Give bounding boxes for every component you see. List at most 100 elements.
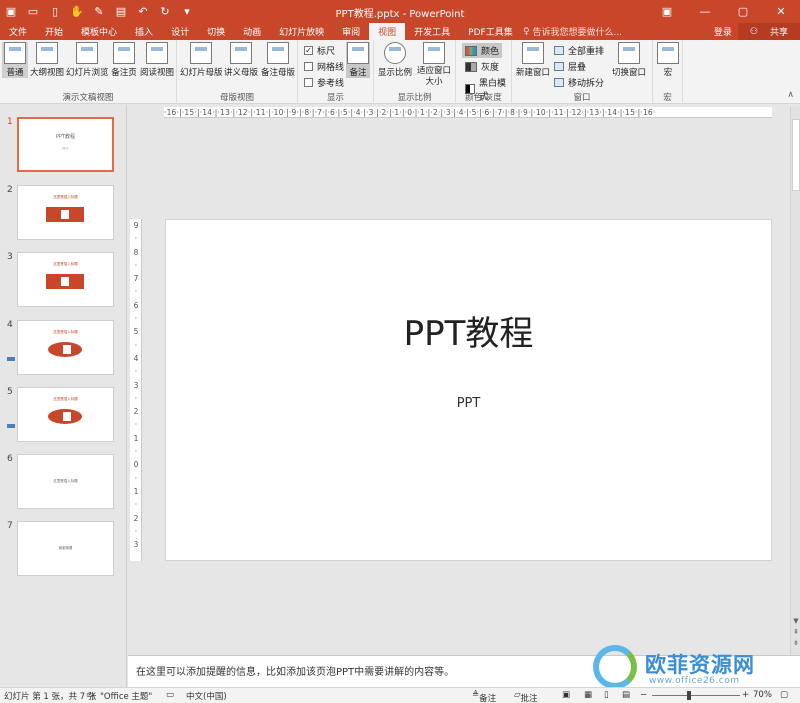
slide-master-icon: [190, 42, 212, 64]
scroll-down-icon[interactable]: ▼: [791, 616, 800, 627]
tab-home[interactable]: 开始: [36, 23, 72, 40]
slideshow-status-icon[interactable]: ▤: [622, 690, 630, 700]
maximize-icon[interactable]: ▢: [724, 0, 762, 23]
switch-window-icon: [618, 42, 640, 64]
previous-slide-icon[interactable]: ⇞: [791, 627, 800, 638]
group-label: 显示比例: [397, 93, 432, 103]
zoom-level[interactable]: 70%: [753, 690, 772, 700]
tab-file[interactable]: 文件: [0, 23, 36, 40]
guides-checkbox[interactable]: 参考线: [304, 76, 344, 89]
normal-view-status-icon[interactable]: ▣: [562, 690, 570, 700]
slide-master-button[interactable]: 幻灯片母版: [180, 42, 223, 78]
ribbon-tab-bar: 文件 开始 模板中心 插入 设计 切换 动画 幻灯片放映 审阅 视图 开发工具 …: [0, 23, 800, 40]
powerpoint-logo-icon: [48, 342, 82, 357]
reading-view-button[interactable]: 阅读视图: [139, 42, 175, 78]
zoom-slider-handle[interactable]: [687, 691, 691, 700]
notes-page-button[interactable]: 备注页: [110, 42, 138, 78]
zoom-slider[interactable]: [652, 695, 740, 696]
powerpoint-logo-icon: [46, 274, 84, 289]
vertical-scrollbar[interactable]: ▼ ⇞ ⇟: [790, 107, 800, 655]
tab-insert[interactable]: 插入: [126, 23, 162, 40]
arrange-all-button[interactable]: 全部重排: [554, 44, 604, 57]
notes-toggle-button[interactable]: 备注: [346, 42, 370, 78]
reading-view-icon: [146, 42, 168, 64]
site-logo-icon: [593, 645, 637, 689]
tab-design[interactable]: 设计: [162, 23, 198, 40]
vertical-ruler[interactable]: 9 · 8 · 7 · 6 · 5 · 4 · 3 · 2 · 1 · 0 · 1 · 2 · 3: [130, 219, 142, 561]
slide-title[interactable]: PPT教程: [166, 306, 771, 355]
ruler-tick: ·: [134, 420, 138, 430]
group-label: 窗口: [573, 93, 591, 103]
account-area: 登录 ⚇ 共享: [708, 23, 800, 40]
reading-view-status-icon[interactable]: ▯: [604, 690, 609, 700]
notes-master-button[interactable]: 备注母版: [260, 42, 296, 78]
ruler-tick: ·: [134, 500, 138, 510]
handout-master-icon: [230, 42, 252, 64]
spell-check-status-icon[interactable]: ▭: [86, 690, 94, 700]
grayscale-option[interactable]: 灰度: [462, 59, 502, 74]
login-link[interactable]: 登录: [708, 25, 738, 38]
theme-name: "Office 主题": [100, 692, 153, 702]
tab-developer[interactable]: 开发工具: [405, 23, 459, 40]
slide-sorter-button[interactable]: 幻灯片浏览: [66, 42, 109, 78]
ribbon-display-icon[interactable]: ▣: [648, 0, 686, 23]
outline-view-button[interactable]: 大纲视图: [30, 42, 64, 78]
cascade-button[interactable]: 层叠: [554, 60, 586, 73]
tab-pdf-tools[interactable]: PDF工具集: [459, 23, 522, 40]
thumbnail-image: 这里是插入标题: [17, 454, 114, 509]
horizontal-ruler[interactable]: ·16·|·15·|·14·|·13·|·12·|·11·|·10·|·9·|·…: [164, 107, 772, 118]
tab-view[interactable]: 视图: [369, 23, 406, 40]
tab-animations[interactable]: 动画: [234, 23, 270, 40]
ruler-tick: 7: [133, 274, 139, 284]
person-icon: ⚇: [749, 26, 758, 37]
comments-status-button[interactable]: ▱ 批注: [514, 690, 538, 703]
watermark-name: 欧菲资源网: [645, 653, 755, 677]
zoom-out-icon[interactable]: −: [640, 690, 647, 700]
tab-transitions[interactable]: 切换: [198, 23, 234, 40]
language-indicator[interactable]: 中文(中国): [186, 690, 227, 702]
accessibility-icon[interactable]: ▭: [166, 690, 174, 700]
minimize-icon[interactable]: —: [686, 0, 724, 23]
fit-slide-icon[interactable]: ▢: [780, 690, 788, 700]
zoom-in-icon[interactable]: +: [742, 690, 749, 700]
magnifier-icon: [384, 42, 406, 64]
thumbnail-image: 谢谢观看: [17, 521, 114, 576]
tell-me-box[interactable]: ♀ 告诉我您想要做什么...: [523, 23, 622, 40]
scrollbar-thumb[interactable]: [792, 119, 800, 191]
tab-templates[interactable]: 模板中心: [72, 23, 126, 40]
thumbnail-image: 这里是插入标题: [17, 252, 114, 307]
fit-to-window-button[interactable]: 适应窗口大小: [416, 42, 452, 88]
arrange-all-icon: [554, 46, 564, 55]
macro-icon: [657, 42, 679, 64]
slide-counter: 幻灯片 第 1 张，共 7 张: [4, 692, 97, 702]
ruler-checkbox[interactable]: ✓ 标尺: [304, 44, 335, 57]
collapse-ribbon-icon[interactable]: ∧: [787, 90, 794, 100]
slide-canvas[interactable]: PPT教程 PPT: [165, 219, 772, 561]
group-label: 颜色/灰度: [465, 93, 502, 103]
tab-slideshow[interactable]: 幻灯片放映: [270, 23, 333, 40]
color-option[interactable]: 颜色: [462, 43, 503, 58]
slide-sorter-icon: [76, 42, 98, 64]
move-split-button[interactable]: 移动拆分: [554, 76, 604, 89]
ruler-tick: 3: [133, 540, 139, 550]
zoom-button[interactable]: 显示比例: [378, 42, 412, 78]
ruler-tick: ·: [134, 473, 138, 483]
group-zoom: 显示比例 适应窗口大小 显示比例: [374, 40, 456, 104]
tab-review[interactable]: 审阅: [333, 23, 369, 40]
ruler-tick: 0: [133, 460, 139, 470]
group-master-views: 幻灯片母版 讲义母版 备注母版 母版视图: [177, 40, 298, 104]
watermark-url: www.office26.com: [649, 676, 740, 686]
notes-status-button[interactable]: ≜ 备注: [472, 690, 496, 703]
close-icon[interactable]: ✕: [762, 0, 800, 23]
handout-master-button[interactable]: 讲义母版: [224, 42, 258, 78]
group-macros: 宏 宏: [653, 40, 683, 104]
slide-sorter-status-icon[interactable]: ▦: [584, 690, 592, 700]
normal-view-button[interactable]: 普通: [2, 42, 28, 78]
macros-button[interactable]: 宏: [656, 42, 680, 78]
slide-subtitle[interactable]: PPT: [166, 396, 771, 411]
share-button[interactable]: ⚇ 共享: [737, 23, 800, 40]
gridlines-checkbox[interactable]: 网格线: [304, 60, 344, 73]
new-window-button[interactable]: 新建窗口: [515, 42, 551, 78]
notes-text[interactable]: 在这里可以添加提醒的信息，比如添加该页泡PPT中需要讲解的内容等。: [136, 663, 454, 678]
switch-window-button[interactable]: 切换窗口: [610, 42, 648, 78]
